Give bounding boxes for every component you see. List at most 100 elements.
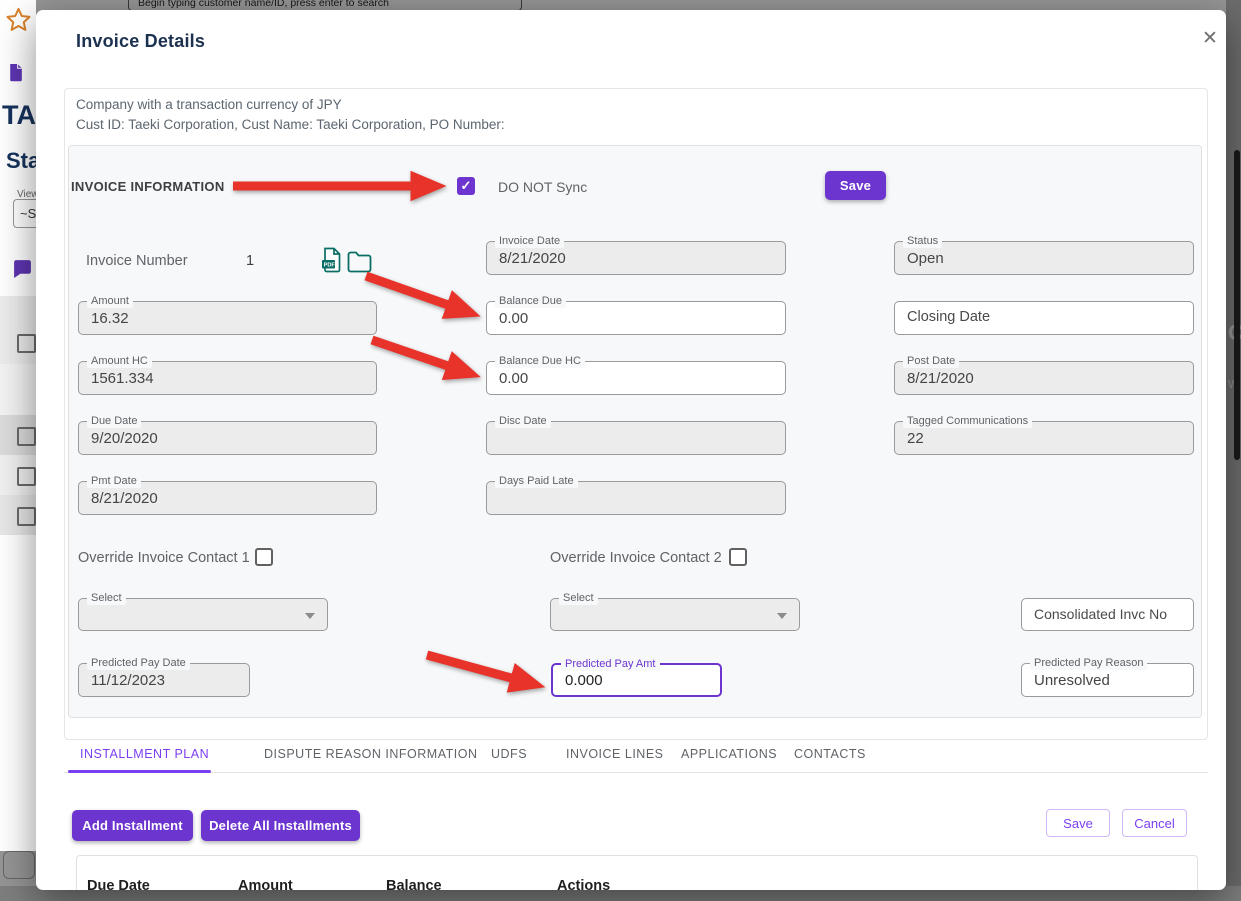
- post-date-field: Post Date 8/21/2020: [894, 361, 1194, 395]
- tab-invoice-lines[interactable]: INVOICE LINES: [566, 736, 664, 772]
- field-value: 11/12/2023: [91, 672, 165, 689]
- checkmark-icon: ✓: [461, 178, 472, 193]
- close-icon[interactable]: ✕: [1202, 28, 1218, 50]
- balance-due-hc-field[interactable]: Balance Due HC 0.00: [486, 361, 786, 395]
- invoice-number-label: Invoice Number: [86, 253, 188, 269]
- screen: Begin typing customer name/ID, press ent…: [0, 0, 1241, 901]
- due-date-field: Due Date 9/20/2020: [78, 421, 377, 455]
- invoice-number-value: 1: [246, 253, 254, 269]
- field-placeholder: Closing Date: [907, 309, 990, 325]
- closing-date-field[interactable]: Closing Date: [894, 301, 1194, 335]
- override-contact1-checkbox[interactable]: [255, 548, 273, 566]
- status-field: Status Open: [894, 241, 1194, 275]
- folder-icon[interactable]: [346, 250, 373, 273]
- override-contact1-label: Override Invoice Contact 1: [78, 550, 250, 566]
- tab-applications[interactable]: APPLICATIONS: [681, 736, 777, 772]
- customer-info-text: Cust ID: Taeki Corporation, Cust Name: T…: [76, 117, 505, 132]
- column-header: Actions: [557, 878, 610, 890]
- dialog-title: Invoice Details: [76, 31, 205, 52]
- tab-dispute-reason-information[interactable]: DISPUTE REASON INFORMATION: [264, 736, 477, 772]
- document-icon[interactable]: [8, 63, 23, 82]
- chat-flag-icon: [12, 258, 33, 279]
- column-header: Due Date: [87, 878, 150, 890]
- background-row: [0, 296, 36, 364]
- column-header: Balance: [386, 878, 442, 890]
- override-contact2-label: Override Invoice Contact 2: [550, 550, 722, 566]
- field-label: Post Date: [903, 355, 959, 368]
- tab-installment-plan[interactable]: INSTALLMENT PLAN: [80, 736, 209, 772]
- column-header: Amount: [238, 878, 293, 890]
- field-label: Amount: [87, 295, 133, 308]
- tab-udfs[interactable]: UDFS: [491, 736, 527, 772]
- field-label: Due Date: [87, 415, 141, 428]
- contact1-select: Select: [78, 598, 328, 631]
- balance-due-field[interactable]: Balance Due 0.00: [486, 301, 786, 335]
- field-label: Amount HC: [87, 355, 152, 368]
- favorite-star-icon[interactable]: [5, 6, 32, 33]
- installments-table: Due Date Amount Balance Actions: [76, 855, 1198, 890]
- field-value: 8/21/2020: [499, 250, 566, 267]
- field-label: Disc Date: [495, 415, 551, 428]
- field-label: Select: [559, 592, 598, 605]
- field-value: 9/20/2020: [91, 430, 158, 447]
- field-label: Balance Due HC: [495, 355, 585, 368]
- field-label: Predicted Pay Date: [87, 657, 190, 670]
- field-label: Invoice Date: [495, 235, 564, 248]
- field-value: 16.32: [91, 310, 129, 327]
- field-value: 0.00: [499, 370, 528, 387]
- background-brand-text: TAE: [2, 100, 36, 131]
- field-label: Pmt Date: [87, 475, 141, 488]
- field-value: 0.000: [565, 672, 603, 689]
- field-label: Tagged Communications: [903, 415, 1032, 428]
- background-row-checkbox: [17, 507, 36, 526]
- field-label: Days Paid Late: [495, 475, 578, 488]
- active-tab-indicator: [68, 770, 211, 773]
- background-row: [0, 364, 36, 415]
- contact2-select: Select: [550, 598, 800, 631]
- background-row-checkbox: [17, 334, 36, 353]
- detail-tabs: INSTALLMENT PLAN DISPUTE REASON INFORMAT…: [64, 736, 1208, 773]
- invoice-date-field: Invoice Date 8/21/2020: [486, 241, 786, 275]
- amount-hc-field: Amount HC 1561.334: [78, 361, 377, 395]
- field-label: Predicted Pay Reason: [1030, 657, 1147, 670]
- do-not-sync-label: DO NOT Sync: [498, 179, 587, 195]
- company-currency-text: Company with a transaction currency of J…: [76, 97, 342, 112]
- pdf-file-icon[interactable]: PDF: [321, 247, 343, 273]
- override-contact2-checkbox[interactable]: [729, 548, 747, 566]
- field-value: 1561.334: [91, 370, 154, 387]
- field-value: 8/21/2020: [907, 370, 974, 387]
- field-label: Balance Due: [495, 295, 566, 308]
- field-label: Predicted Pay Amt: [561, 658, 660, 671]
- tab-contacts[interactable]: CONTACTS: [794, 736, 866, 772]
- days-paid-late-field: Days Paid Late: [486, 481, 786, 515]
- installments-cancel-button[interactable]: Cancel: [1122, 809, 1187, 837]
- add-installment-button[interactable]: Add Installment: [72, 810, 193, 841]
- save-button[interactable]: Save: [825, 171, 886, 200]
- do-not-sync-checkbox[interactable]: ✓: [457, 177, 475, 195]
- amount-field: Amount 16.32: [78, 301, 377, 335]
- field-value: Unresolved: [1034, 672, 1110, 689]
- field-label: Status: [903, 235, 942, 248]
- section-title: INVOICE INFORMATION: [71, 179, 225, 194]
- pmt-date-field: Pmt Date 8/21/2020: [78, 481, 377, 515]
- background-heading-text: Sta: [6, 148, 36, 174]
- consolidated-invc-no-field[interactable]: Consolidated Invc No: [1021, 598, 1194, 631]
- delete-all-installments-button[interactable]: Delete All Installments: [201, 810, 360, 841]
- disc-date-field: Disc Date: [486, 421, 786, 455]
- field-value: 8/21/2020: [91, 490, 158, 507]
- background-view-select: ~St: [13, 199, 36, 228]
- svg-text:PDF: PDF: [324, 263, 336, 269]
- field-value: 22: [907, 430, 924, 447]
- tagged-communications-field: Tagged Communications 22: [894, 421, 1194, 455]
- field-value: Open: [907, 250, 944, 267]
- predicted-pay-amt-field[interactable]: Predicted Pay Amt 0.000: [551, 663, 722, 697]
- dropdown-caret-icon: [777, 613, 787, 619]
- background-row-checkbox: [17, 427, 36, 446]
- predicted-pay-reason-field[interactable]: Predicted Pay Reason Unresolved: [1021, 663, 1194, 697]
- background-row-checkbox: [17, 467, 36, 486]
- background-left-panel: TAE Sta View ~St: [0, 0, 36, 851]
- field-value: 0.00: [499, 310, 528, 327]
- installments-save-button[interactable]: Save: [1046, 809, 1110, 837]
- background-view-value: ~St: [20, 206, 36, 221]
- invoice-details-dialog: Invoice Details ✕ Company with a transac…: [36, 10, 1226, 890]
